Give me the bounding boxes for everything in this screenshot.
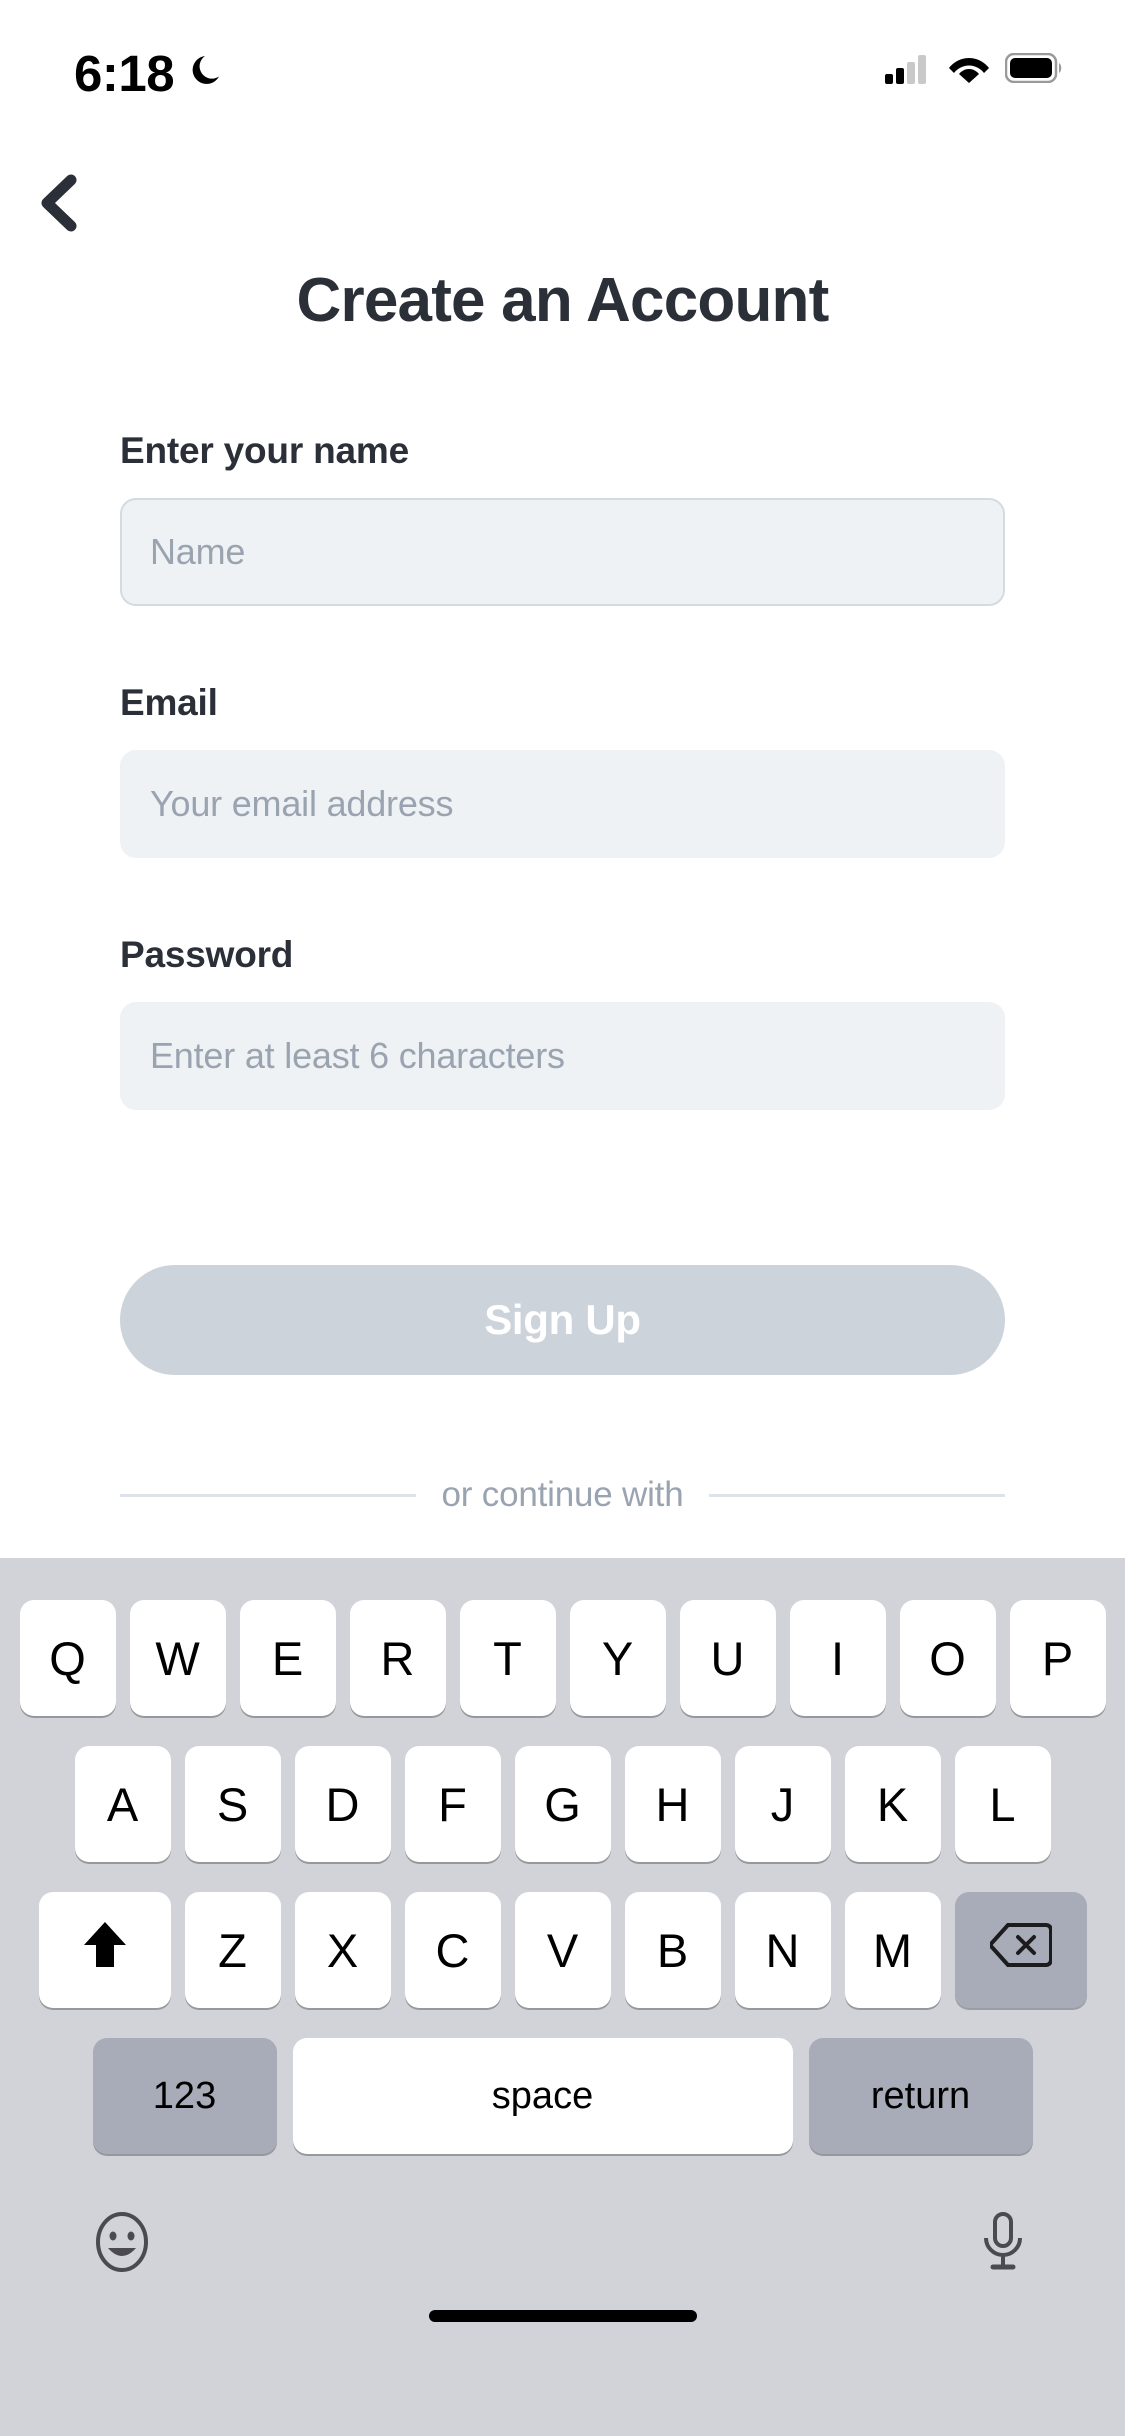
backspace-key[interactable] bbox=[954, 1892, 1087, 2008]
form-spacer-2 bbox=[120, 858, 1005, 934]
key-s[interactable]: S bbox=[184, 1746, 281, 1862]
password-input[interactable]: Enter at least 6 characters bbox=[120, 1002, 1005, 1110]
field-group-password: Password Enter at least 6 characters bbox=[120, 934, 1005, 1110]
signup-form: Enter your name Name Email Your email ad… bbox=[120, 430, 1005, 1110]
key-z[interactable]: Z bbox=[184, 1892, 281, 2008]
keyboard-bottom-bar bbox=[0, 2194, 1125, 2344]
form-spacer-1 bbox=[120, 606, 1005, 682]
space-key[interactable]: space bbox=[292, 2038, 793, 2154]
key-m[interactable]: M bbox=[844, 1892, 941, 2008]
home-indicator[interactable] bbox=[428, 2310, 697, 2322]
keyboard-row-4: 123 space return bbox=[0, 2038, 1125, 2154]
sign-up-button[interactable]: Sign Up bbox=[120, 1265, 1005, 1375]
name-input[interactable]: Name bbox=[120, 498, 1005, 606]
email-input-placeholder: Your email address bbox=[150, 783, 454, 824]
field-group-name: Enter your name Name bbox=[120, 430, 1005, 606]
page-title: Create an Account bbox=[296, 266, 830, 335]
keyboard-row-3: Z X C V B N M bbox=[0, 1892, 1125, 2008]
key-y[interactable]: Y bbox=[569, 1600, 666, 1716]
password-field-label: Password bbox=[120, 934, 294, 975]
shift-arrow-icon bbox=[80, 1917, 130, 1984]
numbers-key[interactable]: 123 bbox=[92, 2038, 277, 2154]
back-button[interactable] bbox=[14, 160, 104, 250]
shift-key[interactable] bbox=[38, 1892, 171, 2008]
email-input[interactable]: Your email address bbox=[120, 750, 1005, 858]
keyboard-row-2: A S D F G H J K L bbox=[0, 1746, 1125, 1862]
sign-up-button-label: Sign Up bbox=[484, 1296, 641, 1343]
backspace-delete-icon bbox=[986, 1922, 1053, 1979]
keyboard-row-1: Q W E R T Y U I O P bbox=[0, 1600, 1125, 1716]
field-group-email: Email Your email address bbox=[120, 682, 1005, 858]
key-a[interactable]: A bbox=[74, 1746, 171, 1862]
key-r[interactable]: R bbox=[349, 1600, 446, 1716]
divider-label: or continue with bbox=[441, 1475, 684, 1514]
emoji-key[interactable] bbox=[82, 2204, 162, 2284]
status-time: 6:18 bbox=[74, 45, 175, 102]
key-k[interactable]: K bbox=[844, 1746, 941, 1862]
wifi-icon bbox=[947, 52, 991, 89]
key-q[interactable]: Q bbox=[19, 1600, 116, 1716]
chevron-left-icon bbox=[33, 172, 85, 239]
key-n[interactable]: N bbox=[734, 1892, 831, 2008]
key-l[interactable]: L bbox=[954, 1746, 1051, 1862]
dictation-key[interactable] bbox=[963, 2204, 1043, 2284]
crescent-moon-icon bbox=[188, 51, 228, 96]
status-bar-right bbox=[885, 52, 1063, 89]
cellular-signal-icon bbox=[885, 52, 933, 89]
emoji-smiley-icon bbox=[90, 2210, 154, 2279]
microphone-icon bbox=[974, 2210, 1032, 2279]
key-h[interactable]: H bbox=[624, 1746, 721, 1862]
on-screen-keyboard: Q W E R T Y U I O P A S D F G H J K L Z … bbox=[0, 1558, 1125, 2436]
key-j[interactable]: J bbox=[734, 1746, 831, 1862]
key-i[interactable]: I bbox=[789, 1600, 886, 1716]
key-c[interactable]: C bbox=[404, 1892, 501, 2008]
key-w[interactable]: W bbox=[129, 1600, 226, 1716]
key-t[interactable]: T bbox=[459, 1600, 556, 1716]
key-v[interactable]: V bbox=[514, 1892, 611, 2008]
status-bar-left: 6:18 bbox=[74, 48, 228, 99]
key-g[interactable]: G bbox=[514, 1746, 611, 1862]
return-key[interactable]: return bbox=[808, 2038, 1033, 2154]
name-field-label: Enter your name bbox=[120, 430, 409, 471]
key-x[interactable]: X bbox=[294, 1892, 391, 2008]
key-o[interactable]: O bbox=[899, 1600, 996, 1716]
key-f[interactable]: F bbox=[404, 1746, 501, 1862]
divider: or continue with bbox=[120, 1475, 1005, 1515]
phone-screen: 6:18 Create an Account Enter your name N… bbox=[0, 0, 1125, 2436]
key-p[interactable]: P bbox=[1009, 1600, 1106, 1716]
key-d[interactable]: D bbox=[294, 1746, 391, 1862]
password-input-placeholder: Enter at least 6 characters bbox=[150, 1035, 565, 1076]
key-u[interactable]: U bbox=[679, 1600, 776, 1716]
name-input-placeholder: Name bbox=[150, 531, 246, 572]
key-b[interactable]: B bbox=[624, 1892, 721, 2008]
divider-line-right bbox=[709, 1493, 1005, 1497]
battery-icon bbox=[1004, 52, 1063, 88]
key-e[interactable]: E bbox=[239, 1600, 336, 1716]
divider-line-left bbox=[120, 1493, 416, 1497]
email-field-label: Email bbox=[120, 682, 218, 723]
status-bar: 6:18 bbox=[0, 0, 1125, 130]
